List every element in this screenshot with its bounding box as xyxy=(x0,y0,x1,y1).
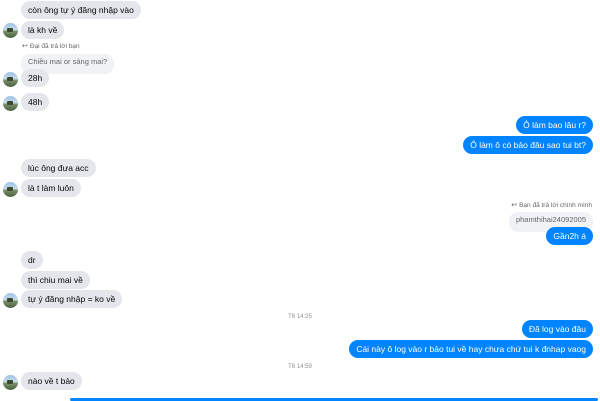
reply-indicator-text: Đại đã trả lời bạn xyxy=(29,43,80,50)
timestamp: T6 14:25 xyxy=(288,314,312,320)
avatar[interactable] xyxy=(3,375,18,390)
avatar[interactable] xyxy=(3,96,18,111)
incoming-message[interactable]: thì chiu mai về xyxy=(21,271,90,289)
avatar[interactable] xyxy=(3,23,18,38)
outgoing-message[interactable]: Cái này ô log vào r bảo tui về hay chưa … xyxy=(349,340,593,358)
incoming-message[interactable]: tự ý đăng nhập = ko về xyxy=(21,290,123,308)
reply-arrow-icon: ↩ xyxy=(511,202,518,209)
outgoing-message[interactable]: Đã log vào đâu xyxy=(521,320,593,338)
incoming-message[interactable]: nào về t bảo xyxy=(21,372,82,390)
outgoing-message[interactable]: Ô làm ô có bảo đâu sao tui bt? xyxy=(463,136,593,154)
incoming-message[interactable]: 48h xyxy=(21,93,50,111)
timestamp: T6 14:59 xyxy=(288,364,312,370)
incoming-message[interactable]: lúc ông đưa acc xyxy=(21,159,96,177)
outgoing-message[interactable]: Ô làm bao lâu r? xyxy=(516,116,593,134)
reply-indicator-text: Bạn đã trả lời chính mình xyxy=(519,202,592,209)
incoming-message[interactable]: 28h xyxy=(21,69,50,87)
incoming-message[interactable]: là t làm luôn xyxy=(21,179,81,197)
incoming-message[interactable]: còn ông tự ý đăng nhập vào xyxy=(21,1,141,19)
reply-indicator: ↩ Bạn đã trả lời chính mình xyxy=(511,201,592,210)
outgoing-message[interactable]: Gần2h á xyxy=(546,227,593,245)
incoming-message[interactable]: dr xyxy=(21,251,43,269)
reply-arrow-icon: ↩ xyxy=(22,43,28,50)
avatar[interactable] xyxy=(3,182,18,197)
avatar[interactable] xyxy=(3,72,18,87)
avatar[interactable] xyxy=(3,293,18,308)
incoming-message[interactable]: là kh về xyxy=(21,21,65,39)
reply-indicator: ↩ Đại đã trả lời bạn xyxy=(22,42,80,51)
